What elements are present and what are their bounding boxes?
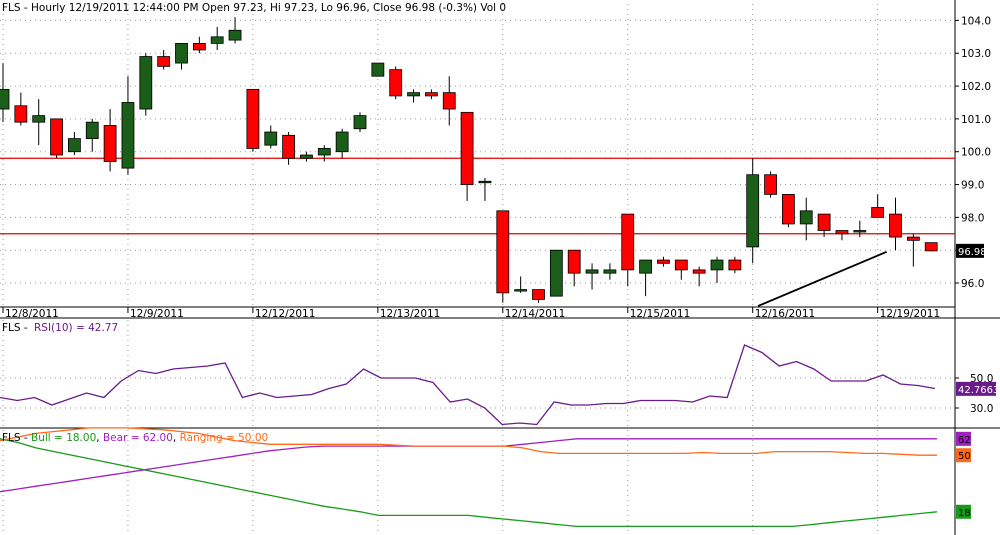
last-price-label: 96.98 [958, 247, 987, 258]
candle-down [728, 259, 742, 271]
candle-up [853, 230, 867, 233]
candle-up [335, 131, 349, 153]
price-tick-label: 98.0 [961, 212, 984, 224]
trend-last-label: 50 [958, 451, 971, 462]
candle-down [674, 259, 688, 271]
rsi-panel: 50.030.0 42.7663 FLS - RSI(10) = 42.77 [0, 318, 999, 428]
candle-down [282, 134, 296, 159]
candle-down [692, 269, 706, 274]
candle-down [532, 289, 545, 300]
candle-up [175, 42, 188, 64]
candle-down [14, 105, 28, 123]
candle-up [353, 115, 367, 130]
candle-down [906, 236, 920, 241]
rsi-series-line [0, 344, 936, 426]
candle-up [0, 88, 10, 110]
candle-down [192, 42, 206, 51]
candle-up [317, 148, 331, 156]
trend-last-label: 62 [958, 435, 971, 446]
price-tick-label: 96.0 [961, 278, 984, 290]
candle-down [460, 111, 474, 185]
legend-sep: , [173, 432, 180, 444]
candle-up [121, 102, 135, 169]
candle-up [210, 36, 224, 44]
candle-down [424, 92, 438, 97]
legend-sep: , [96, 432, 103, 444]
candle-down [871, 207, 885, 218]
price-tick-label: 102.0 [961, 81, 991, 93]
candle-up [514, 289, 528, 292]
candle-down [442, 92, 456, 110]
candle-down [764, 174, 777, 195]
price-tick-label: 104.0 [961, 15, 991, 27]
price-title: FLS - Hourly 12/19/2011 12:44:00 PM Open… [2, 2, 506, 14]
legend-bull: Bull = 18.00 [31, 432, 96, 444]
candle-down [157, 56, 171, 67]
candle-up [585, 269, 599, 274]
candle-up [139, 56, 153, 110]
stock-chart: 104.0103.0102.0101.0100.099.098.097.096.… [0, 0, 1000, 535]
price-tick-label: 101.0 [961, 114, 991, 126]
legend-ranging: Ranging = 50.00 [180, 432, 269, 444]
candle-up [799, 210, 813, 225]
candle-down [924, 242, 938, 252]
candle-down [50, 118, 63, 156]
price-tick-label: 100.0 [961, 147, 991, 159]
candle-up [264, 131, 278, 146]
candle-up [85, 121, 99, 139]
candle-down [782, 193, 795, 225]
trend-legend-prefix: FLS - [2, 432, 31, 444]
candle-up [300, 154, 313, 159]
candle-down [103, 125, 117, 162]
trend-legend: FLS - Bull = 18.00, Bear = 62.00, Rangin… [2, 432, 268, 444]
candle-down [389, 69, 403, 97]
legend-bear: Bear = 62.00 [103, 432, 173, 444]
candle-down [621, 213, 635, 271]
candle-up [639, 259, 652, 274]
trend-last-label: 18 [958, 508, 971, 519]
candle-down [835, 230, 849, 235]
candle-down [657, 259, 670, 264]
candle-up [228, 29, 242, 41]
candle-up [603, 269, 617, 274]
rsi-tick-label: 30.0 [970, 403, 993, 415]
candle-up [478, 180, 492, 184]
candle-up [710, 259, 724, 271]
price-panel: 104.0103.0102.0101.0100.099.098.097.096.… [0, 0, 991, 320]
candle-up [549, 249, 563, 297]
candle-up [68, 138, 81, 153]
rsi-last-label: 42.7663 [958, 385, 999, 396]
candle-up [746, 174, 760, 248]
candle-down [817, 213, 831, 231]
candle-down [246, 88, 260, 149]
price-tick-label: 103.0 [961, 48, 991, 60]
candle-up [371, 62, 385, 77]
candle-down [889, 213, 902, 238]
rsi-title: RSI(10) = 42.77 [34, 322, 118, 334]
trend-panel: 18 62 50 FLS - Bull = 18.00, Bear = 62.00,… [0, 427, 971, 535]
candle-up [407, 92, 420, 97]
rsi-legend-prefix: FLS - [2, 322, 28, 334]
price-tick-label: 99.0 [961, 180, 984, 192]
candle-down [567, 249, 581, 274]
candle-up [32, 115, 46, 123]
candle-down [496, 210, 510, 294]
